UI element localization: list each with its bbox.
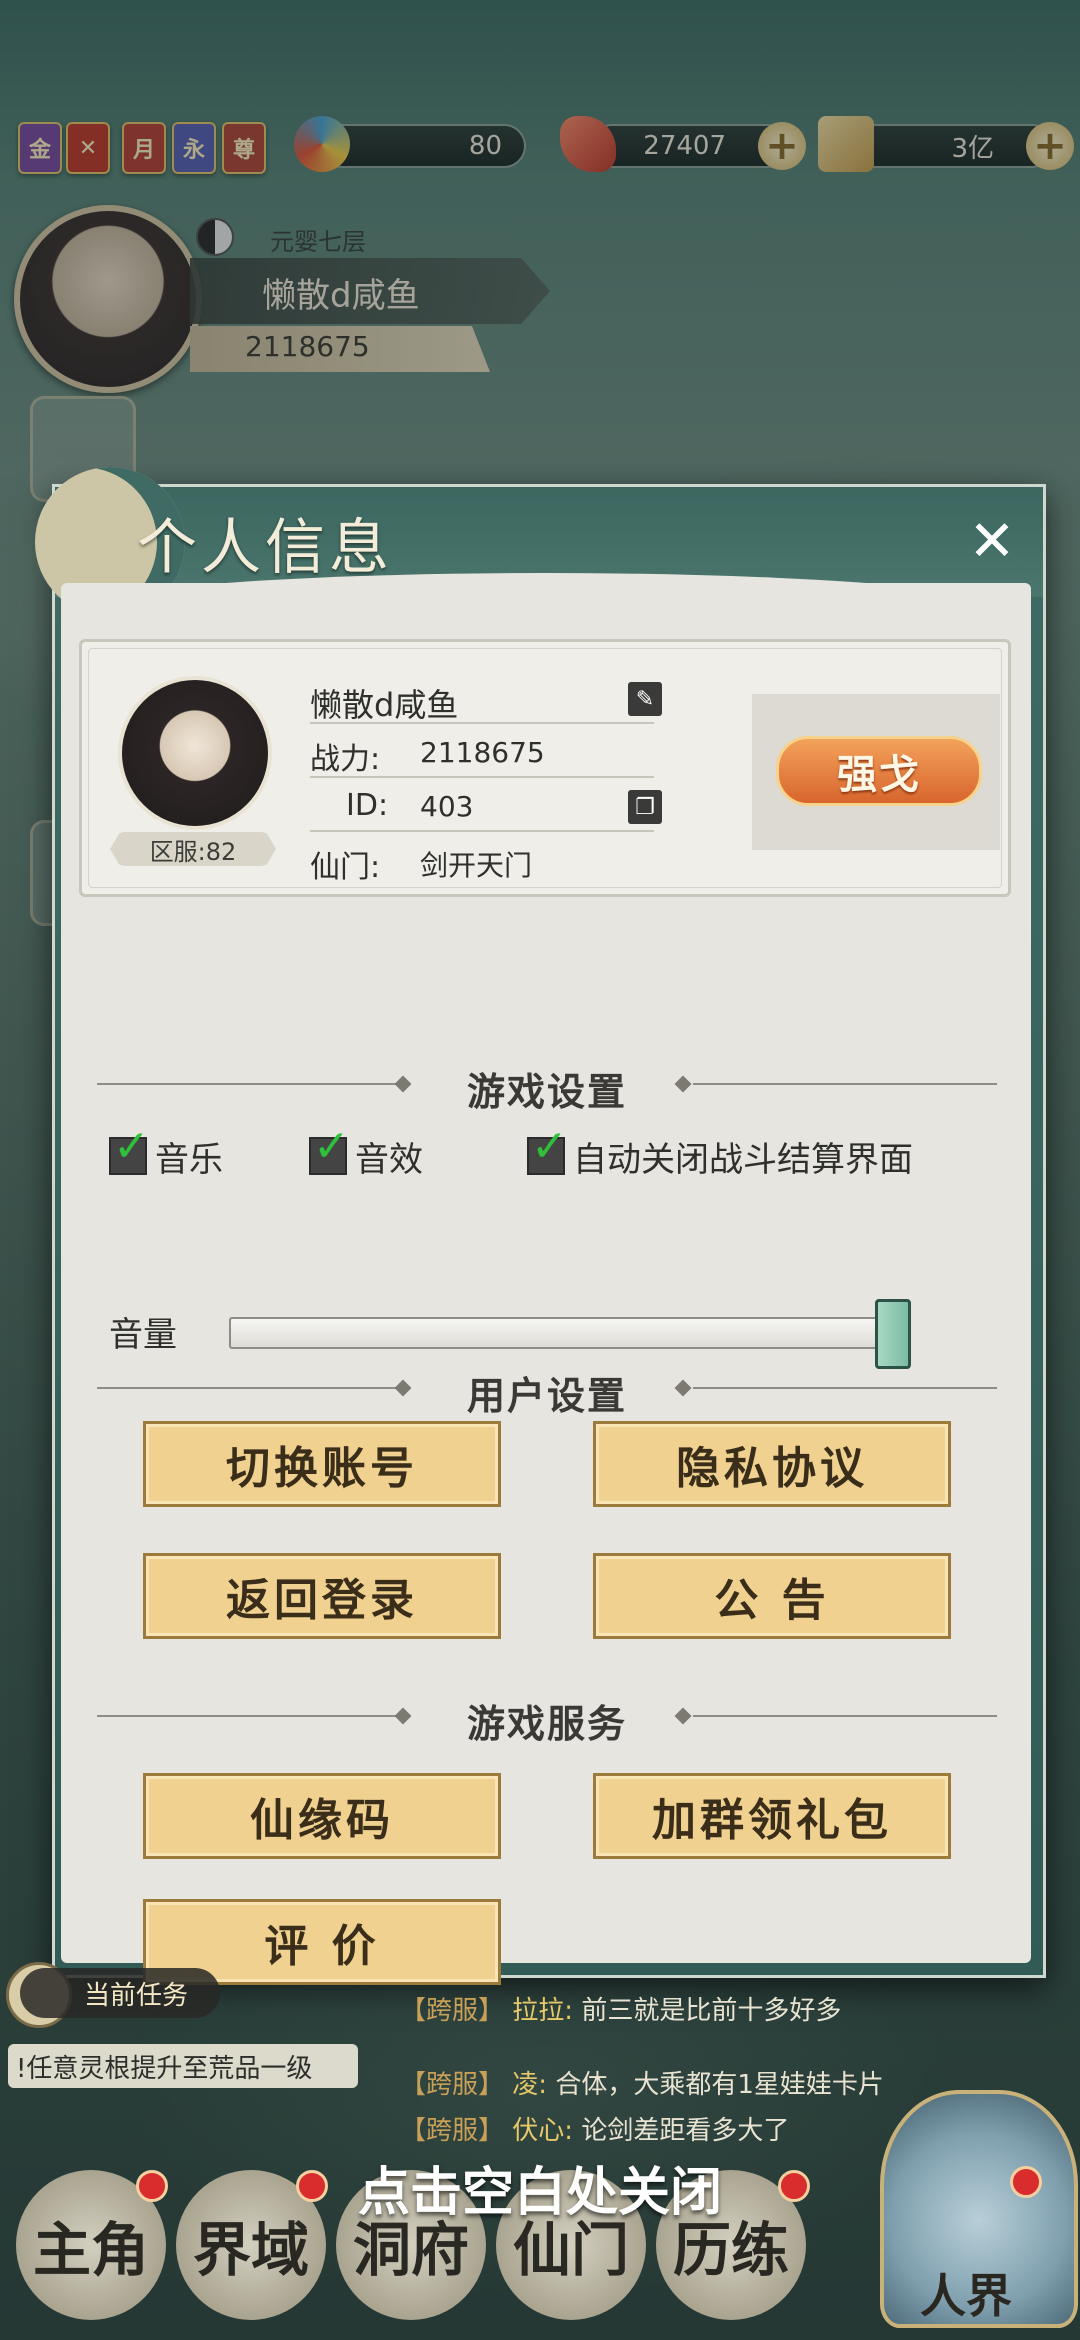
section-game-services: 游戏服务: [97, 1693, 997, 1746]
current-task-text[interactable]: !任意灵根提升至荒品一级: [8, 2044, 358, 2088]
music-label: 音乐: [155, 1139, 223, 1180]
id-value: 403: [420, 790, 474, 823]
chat-line[interactable]: 【跨服】 拉拉: 前三就是比前十多好多: [400, 1990, 841, 2027]
chat-message: 前三就是比前十多好多: [581, 1996, 842, 2026]
tap-blank-to-close-hint[interactable]: 点击空白处关闭: [0, 2150, 1080, 2225]
personal-info-modal: 个人信息 ✕ 区服:82 懒散d咸鱼 ✎ 战力: 2118675 ID: 403…: [35, 467, 1046, 1985]
human-realm-label: 人界: [920, 2269, 1012, 2323]
game-services-heading: 游戏服务: [466, 1701, 627, 1746]
auto-close-checkbox[interactable]: ✓ 自动关闭战斗结算界面: [527, 1125, 913, 1181]
xianyuan-code-button[interactable]: 仙缘码: [143, 1773, 501, 1859]
id-label: ID:: [346, 788, 389, 823]
sect-value: 剑开天门: [420, 849, 533, 882]
modal-title: 个人信息: [137, 513, 393, 583]
chat-line[interactable]: 【跨服】 凌: 合体，大乘都有1星娃娃卡片: [400, 2064, 884, 2101]
user-settings-heading: 用户设置: [466, 1373, 627, 1418]
game-settings-heading: 游戏设置: [466, 1069, 627, 1114]
info-row-sect: 仙门: 剑开天门: [310, 834, 654, 885]
join-group-gift-button[interactable]: 加群领礼包: [593, 1773, 951, 1859]
music-checkbox[interactable]: ✓ 音乐: [109, 1125, 223, 1181]
chat-sender: 伏心:: [512, 2116, 574, 2146]
chat-line[interactable]: 【跨服】 伏心: 论剑差距看多大了: [400, 2110, 789, 2147]
info-avatar[interactable]: [118, 676, 272, 830]
info-row-id: ID: 403: [310, 780, 654, 832]
current-task-tag[interactable]: 当前任务: [20, 1968, 220, 2018]
switch-account-button[interactable]: 切换账号: [143, 1421, 501, 1507]
edit-name-icon[interactable]: ✎: [628, 682, 662, 716]
info-row-power: 战力: 2118675: [310, 726, 654, 778]
close-icon[interactable]: ✕: [963, 513, 1021, 571]
sfx-label: 音效: [355, 1139, 423, 1180]
chat-channel-tag: 【跨服】: [400, 2116, 505, 2146]
chat-sender: 凌:: [512, 2070, 548, 2100]
copy-id-icon[interactable]: ❐: [628, 790, 662, 824]
chat-message: 合体，大乘都有1星娃娃卡片: [555, 2070, 884, 2100]
server-tag: 区服:82: [110, 832, 276, 866]
return-login-button[interactable]: 返回登录: [143, 1553, 501, 1639]
chat-sender: 拉拉:: [512, 1996, 574, 2026]
power-value: 2118675: [420, 736, 545, 769]
power-label: 战力:: [310, 742, 381, 777]
sect-label: 仙门:: [310, 850, 381, 885]
privacy-policy-button[interactable]: 隐私协议: [593, 1421, 951, 1507]
volume-slider-track[interactable]: [229, 1317, 893, 1349]
modal-content: 区服:82 懒散d咸鱼 ✎ 战力: 2118675 ID: 403 ❐ 仙门: …: [61, 573, 1031, 1985]
chat-message: 论剑差距看多大了: [581, 2116, 790, 2146]
volume-slider-handle[interactable]: [875, 1299, 911, 1369]
section-game-settings: 游戏设置: [97, 1061, 997, 1114]
volume-label: 音量: [109, 1315, 177, 1355]
notice-button[interactable]: 公 告: [593, 1553, 951, 1639]
auto-close-label: 自动关闭战斗结算界面: [573, 1139, 913, 1180]
chat-channel-tag: 【跨服】: [400, 2070, 505, 2100]
chat-channel-tag: 【跨服】: [400, 1996, 505, 2026]
info-row-name: 懒散d咸鱼: [310, 672, 654, 724]
info-name: 懒散d咸鱼: [310, 686, 459, 724]
sfx-checkbox[interactable]: ✓ 音效: [309, 1125, 423, 1181]
section-user-settings: 用户设置: [97, 1365, 997, 1418]
title-seal-box: 强戈: [752, 694, 1000, 850]
title-seal-badge[interactable]: 强戈: [776, 736, 982, 806]
player-info-card: 区服:82 懒散d咸鱼 ✎ 战力: 2118675 ID: 403 ❐ 仙门: …: [79, 639, 1011, 897]
